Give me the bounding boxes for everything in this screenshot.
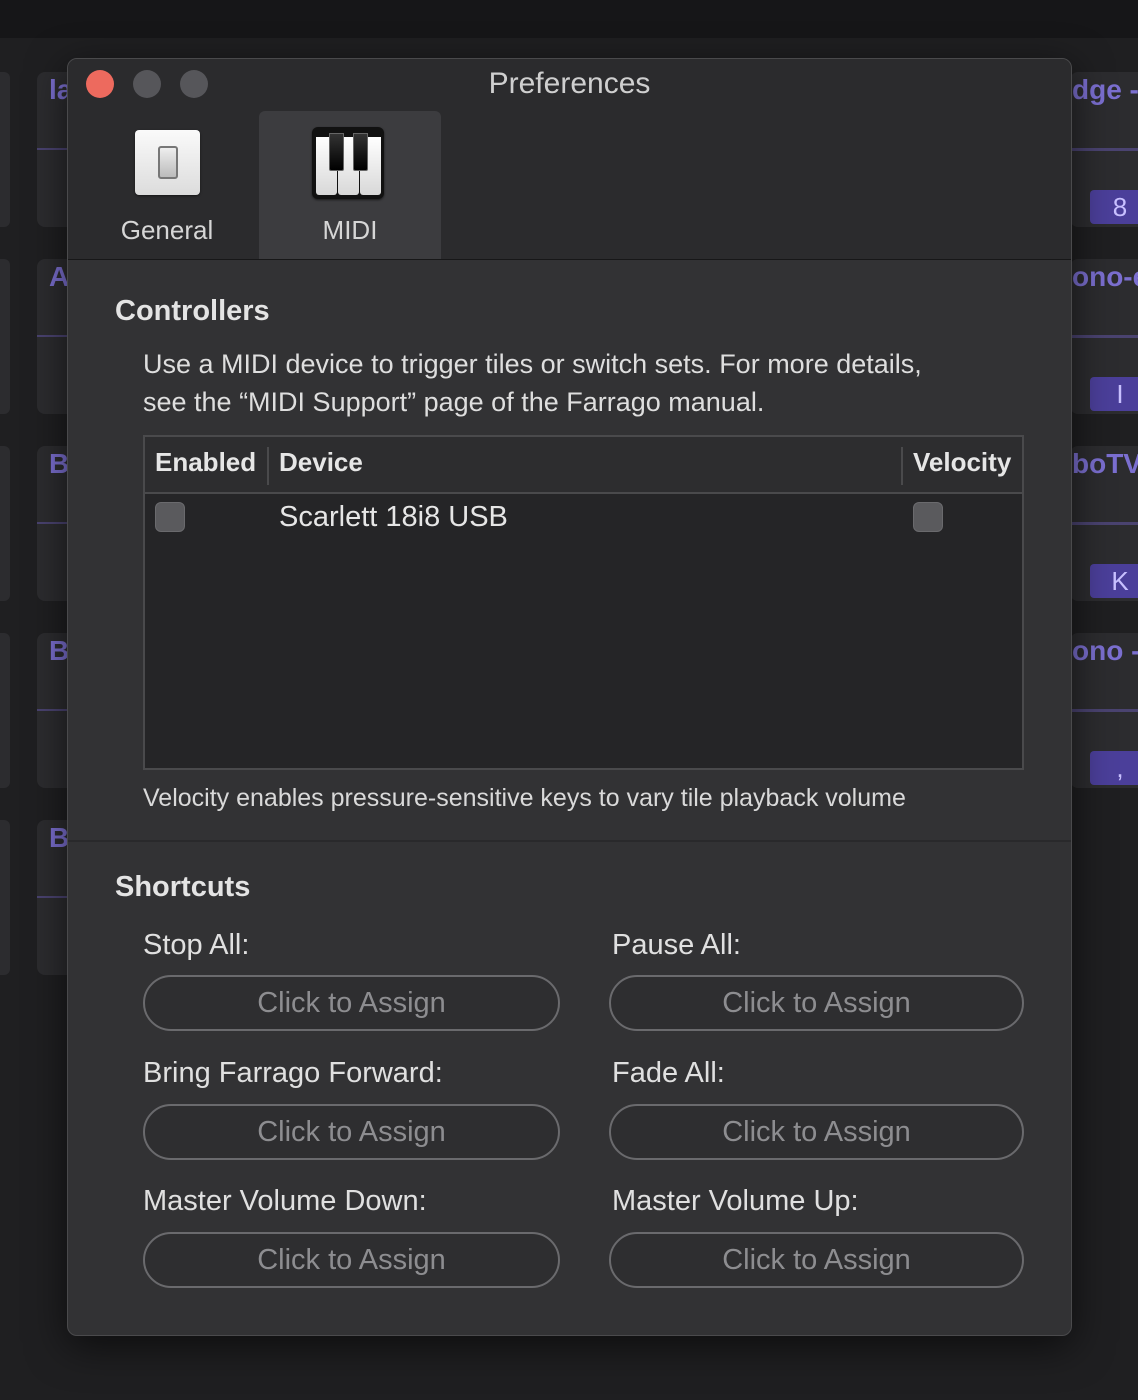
fade-all-label: Fade All: [612, 1057, 725, 1089]
midi-devices-table: Enabled Device Velocity Scarlett 18i8 US… [143, 435, 1024, 770]
pause-all-label: Pause All: [612, 929, 741, 961]
tab-general[interactable]: General [76, 111, 258, 259]
background-tile-edge [0, 72, 10, 227]
bring-farrago-forward-label: Bring Farrago Forward: [143, 1057, 443, 1089]
column-header-enabled[interactable]: Enabled [155, 447, 256, 478]
background-tile-edge [0, 633, 10, 788]
waveform [1070, 709, 1138, 712]
column-header-device[interactable]: Device [279, 447, 363, 478]
master-volume-up-label: Master Volume Up: [612, 1185, 859, 1217]
light-switch-icon [135, 130, 200, 195]
tile-key-badge: I [1090, 377, 1138, 411]
background-tile-title: dge - [1072, 74, 1138, 105]
master-volume-down-label: Master Volume Down: [143, 1185, 427, 1217]
column-header-velocity[interactable]: Velocity [913, 447, 1011, 478]
background-tile-edge [0, 820, 10, 975]
tile-key-badge: K [1090, 564, 1138, 598]
section-divider [68, 840, 1071, 842]
background-tile-edge [0, 259, 10, 414]
controllers-heading: Controllers [115, 295, 270, 327]
shortcuts-heading: Shortcuts [115, 871, 251, 903]
master-volume-up-assign-button[interactable]: Click to Assign [609, 1232, 1024, 1288]
column-divider [267, 447, 269, 485]
tab-midi[interactable]: MIDI [259, 111, 441, 259]
column-divider [901, 447, 903, 485]
tab-general-label: General [120, 215, 214, 245]
bring-farrago-forward-assign-button[interactable]: Click to Assign [143, 1104, 560, 1160]
master-volume-down-assign-button[interactable]: Click to Assign [143, 1232, 560, 1288]
controllers-description-line1: Use a MIDI device to trigger tiles or sw… [143, 349, 922, 379]
tab-midi-label: MIDI [322, 215, 378, 245]
preferences-window: Preferences General MIDI Controllers Use… [67, 58, 1072, 1336]
window-title: Preferences [488, 67, 651, 100]
waveform [1070, 522, 1138, 525]
pause-all-assign-button[interactable]: Click to Assign [609, 975, 1024, 1031]
device-name: Scarlett 18i8 USB [279, 501, 508, 533]
stop-all-label: Stop All: [143, 929, 250, 961]
background-tile-edge [0, 446, 10, 601]
velocity-checkbox[interactable] [913, 502, 943, 532]
background-tile: dge - 8 [1070, 72, 1138, 227]
background-toolbar [0, 0, 1138, 38]
tile-key-badge: , [1090, 751, 1138, 785]
background-tile-title: ono-e [1072, 261, 1138, 292]
waveform [1070, 335, 1138, 338]
controllers-description-line2: see the “MIDI Support” page of the Farra… [143, 387, 765, 417]
waveform [1070, 148, 1138, 151]
stop-all-assign-button[interactable]: Click to Assign [143, 975, 560, 1031]
piano-keys-icon [312, 127, 384, 199]
background-tile: ono-e I [1070, 259, 1138, 414]
background-tile: boTV K [1070, 446, 1138, 601]
tile-key-badge: 8 [1090, 190, 1138, 224]
background-tile-title: ono - [1072, 635, 1138, 666]
enabled-checkbox[interactable] [155, 502, 185, 532]
fade-all-assign-button[interactable]: Click to Assign [609, 1104, 1024, 1160]
velocity-note: Velocity enables pressure-sensitive keys… [143, 784, 906, 812]
window-toolbar: Preferences General MIDI [68, 59, 1071, 260]
table-header: Enabled Device Velocity [145, 437, 1022, 494]
background-tile-title: boTV [1072, 448, 1138, 479]
background-tile: ono -, [1070, 633, 1138, 788]
